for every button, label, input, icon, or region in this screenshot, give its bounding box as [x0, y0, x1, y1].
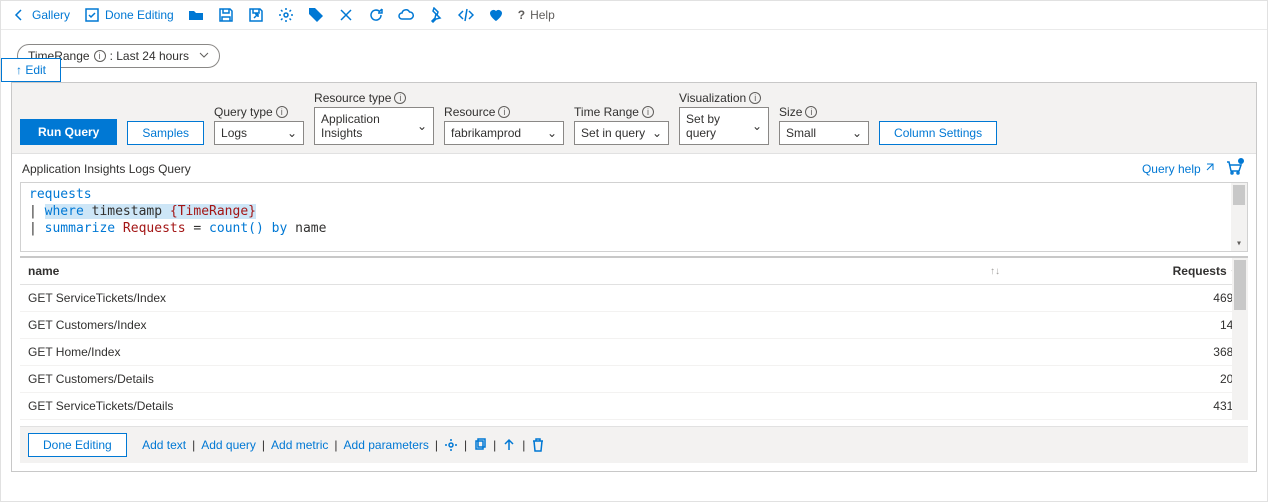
trash-icon[interactable]	[531, 438, 545, 452]
save-as-icon[interactable]	[248, 7, 264, 23]
tag-icon[interactable]	[308, 7, 324, 23]
samples-button[interactable]: Samples	[127, 121, 204, 145]
visualization-select[interactable]: Set by query⌄	[679, 107, 769, 145]
save-icon[interactable]	[218, 7, 234, 23]
visualization-field: Visualizationi Set by query⌄	[679, 91, 769, 145]
heart-icon[interactable]	[488, 7, 504, 23]
cell-name: GET Customers/Index	[20, 312, 1008, 338]
chevron-down-icon: ⌄	[417, 119, 427, 133]
query-type-label: Query type	[214, 105, 273, 119]
query-type-select[interactable]: Logs⌄	[214, 121, 304, 145]
info-icon: i	[642, 106, 654, 118]
resource-field: Resourcei fabrikamprod⌄	[444, 105, 564, 145]
table-header: name↑↓ Requests ↑↓	[20, 258, 1248, 285]
footer-bar: Done Editing Add text| Add query| Add me…	[20, 426, 1248, 463]
col-name-header[interactable]: name↑↓	[20, 258, 1008, 284]
info-icon: i	[394, 92, 406, 104]
add-parameters-link[interactable]: Add parameters	[344, 438, 429, 452]
gallery-label: Gallery	[32, 8, 70, 22]
resource-type-label: Resource type	[314, 91, 391, 105]
help-label: Help	[530, 8, 555, 22]
close-x-icon[interactable]	[338, 7, 354, 23]
info-icon: i	[498, 106, 510, 118]
save-done-icon	[84, 7, 100, 23]
folder-icon[interactable]	[188, 7, 204, 23]
sort-icon: ↑↓	[990, 266, 1000, 277]
table-row[interactable]: GET ServiceTickets/Details4318	[20, 393, 1248, 420]
resource-label: Resource	[444, 105, 495, 119]
done-editing-button[interactable]: Done Editing	[28, 433, 127, 457]
cloud-icon[interactable]	[398, 7, 414, 23]
size-field: Sizei Small⌄	[779, 105, 869, 145]
col-requests-header[interactable]: Requests ↑↓	[1008, 258, 1248, 284]
query-type-field: Query typei Logs⌄	[214, 105, 304, 145]
gallery-link[interactable]: Gallery	[11, 7, 70, 23]
resource-type-field: Resource typei Application Insights⌄	[314, 91, 434, 145]
table-scrollbar[interactable]	[1232, 258, 1248, 420]
add-metric-link[interactable]: Add metric	[271, 438, 328, 452]
add-query-link[interactable]: Add query	[201, 438, 256, 452]
done-editing-link[interactable]: Done Editing	[84, 7, 174, 23]
table-row[interactable]: GET Customers/Details203	[20, 366, 1248, 393]
table-row[interactable]: GET Customers/Index148	[20, 312, 1248, 339]
column-settings-button[interactable]: Column Settings	[879, 121, 997, 145]
chevron-down-icon: ⌄	[652, 126, 662, 140]
size-label: Size	[779, 105, 802, 119]
section-title: Application Insights Logs Query	[12, 154, 1256, 182]
cell-requests: 3685	[1008, 339, 1248, 365]
cell-name: GET ServiceTickets/Index	[20, 285, 1008, 311]
table-row[interactable]: GET ServiceTickets/Index4697	[20, 285, 1248, 312]
top-toolbar: Gallery Done Editing ? Help	[1, 1, 1267, 30]
resource-type-select[interactable]: Application Insights⌄	[314, 107, 434, 145]
chevron-down-icon: ⌄	[852, 126, 862, 140]
cell-name: GET Customers/Details	[20, 366, 1008, 392]
chevron-down-icon: ⌄	[547, 126, 557, 140]
refresh-icon[interactable]	[368, 7, 384, 23]
cell-requests: 4318	[1008, 393, 1248, 419]
chevron-down-icon: ⌄	[752, 119, 762, 133]
editor-scrollbar[interactable]: ▾	[1231, 183, 1247, 251]
copy-icon[interactable]	[473, 438, 487, 452]
cell-name: GET Home/Index	[20, 339, 1008, 365]
size-select[interactable]: Small⌄	[779, 121, 869, 145]
move-up-icon[interactable]	[502, 438, 516, 452]
query-panel: Run Query Samples Query typei Logs⌄ Reso…	[11, 82, 1257, 472]
info-icon: i	[749, 92, 761, 104]
gear-icon[interactable]	[444, 438, 458, 452]
cell-requests: 4697	[1008, 285, 1248, 311]
time-range-select[interactable]: Set in query⌄	[574, 121, 669, 145]
info-icon: i	[276, 106, 288, 118]
results-table: name↑↓ Requests ↑↓ GET ServiceTickets/In…	[20, 256, 1248, 420]
query-editor[interactable]: requests | where timestamp {TimeRange} |…	[20, 182, 1248, 252]
cart-icon[interactable]	[1226, 160, 1242, 176]
done-editing-label: Done Editing	[105, 8, 174, 22]
cell-requests: 148	[1008, 312, 1248, 338]
info-icon: i	[805, 106, 817, 118]
editor-line-1: requests	[29, 187, 92, 202]
time-range-field: Time Rangei Set in query⌄	[574, 105, 669, 145]
chevron-down-icon: ⌄	[287, 126, 297, 140]
resource-select[interactable]: fabrikamprod⌄	[444, 121, 564, 145]
scroll-down-icon[interactable]: ▾	[1231, 235, 1247, 251]
arrow-left-icon	[11, 7, 27, 23]
table-row[interactable]: GET Home/Index3685	[20, 339, 1248, 366]
edit-button[interactable]: ↑ Edit	[1, 58, 61, 82]
pin-icon[interactable]	[428, 7, 444, 23]
time-range-label: Time Range	[574, 105, 639, 119]
query-help-link[interactable]: Query help	[1142, 161, 1216, 176]
cell-requests: 203	[1008, 366, 1248, 392]
code-icon[interactable]	[458, 7, 474, 23]
query-toolbar: Run Query Samples Query typei Logs⌄ Reso…	[12, 83, 1256, 154]
gear-icon[interactable]	[278, 7, 294, 23]
help-link[interactable]: ? Help	[518, 8, 555, 22]
cell-name: GET ServiceTickets/Details	[20, 393, 1008, 419]
run-query-button[interactable]: Run Query	[20, 119, 117, 145]
add-text-link[interactable]: Add text	[142, 438, 186, 452]
visualization-label: Visualization	[679, 91, 746, 105]
